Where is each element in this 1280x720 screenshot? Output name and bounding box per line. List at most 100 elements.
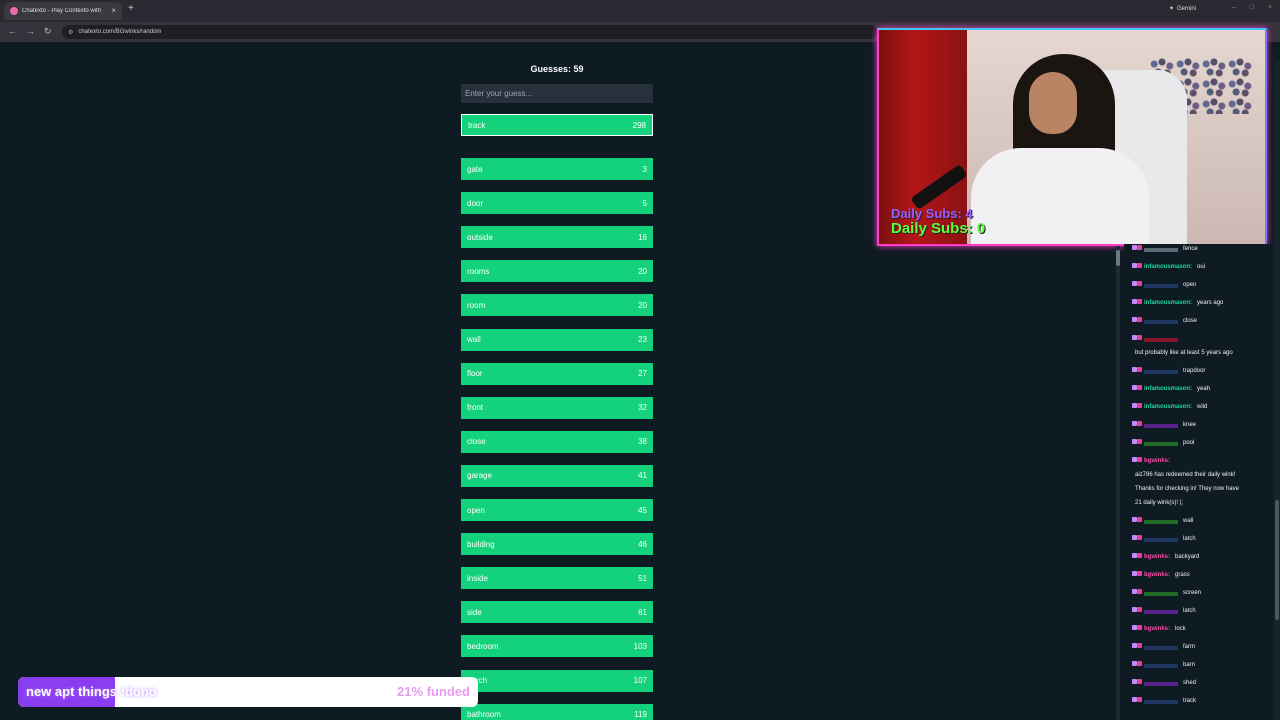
- chat-message: infamousmason: years ago: [1132, 299, 1272, 308]
- chat-text: barn: [1183, 662, 1196, 668]
- badge-icon: [1137, 263, 1142, 268]
- guess-row: open 45: [461, 499, 653, 521]
- badge-icon: [1137, 571, 1142, 576]
- site-info-icon[interactable]: ⚙: [68, 29, 73, 36]
- chat-username[interactable]: bgwinks:: [1144, 625, 1170, 634]
- chat-message: open: [1132, 281, 1272, 290]
- chat-message: barn: [1132, 661, 1272, 670]
- chat-text: yeah: [1197, 386, 1211, 392]
- chat-message: but probably like at least 5 years ago: [1132, 349, 1272, 358]
- badge-icon: [1137, 553, 1142, 558]
- chat-scrollbar[interactable]: [1116, 246, 1120, 720]
- chat-badges: [1132, 571, 1142, 580]
- chat-message: [1132, 335, 1272, 344]
- guess-rank: 16: [638, 232, 647, 242]
- page-scrollbar[interactable]: [1274, 60, 1280, 720]
- guess-word: rooms: [467, 266, 490, 276]
- chat-username-redacted: [1144, 441, 1178, 446]
- chat-username[interactable]: infamousmason:: [1144, 403, 1192, 412]
- minimize-button[interactable]: –: [1232, 4, 1236, 11]
- badge-icon: [1137, 589, 1142, 594]
- forward-arrow-icon[interactable]: →: [26, 26, 35, 36]
- guess-rank: 298: [632, 120, 646, 130]
- chat-badges: [1132, 245, 1142, 254]
- badge-icon: [1137, 457, 1142, 462]
- chat-badges: [1132, 625, 1142, 634]
- badge-icon: [1137, 403, 1142, 408]
- chat-badges: [1132, 589, 1142, 598]
- guess-word: building: [467, 539, 495, 549]
- chat-text: close: [1183, 318, 1198, 324]
- guess-word: bedroom: [467, 641, 499, 651]
- guess-word: inside: [467, 573, 488, 583]
- chat-message: infamousmason: oui: [1132, 263, 1272, 272]
- guess-rank: 27: [638, 369, 647, 379]
- tab-close-icon[interactable]: ×: [111, 7, 116, 15]
- close-window-button[interactable]: ×: [1268, 4, 1272, 11]
- chat-message: fence: [1132, 245, 1272, 254]
- guess-row: bedroom 103: [461, 635, 653, 658]
- url-field[interactable]: ⚙ chatexto.com/BGwinks/random: [62, 25, 877, 39]
- chat-username[interactable]: infamousmason:: [1144, 385, 1192, 394]
- guess-row: garage 41: [461, 464, 653, 487]
- guess-word: front: [467, 403, 484, 413]
- chat-text: aiz786 has redeemed their daily wink!: [1135, 472, 1236, 478]
- window-controls: – □ ×: [1232, 4, 1272, 11]
- chat-username-redacted: [1144, 337, 1178, 342]
- badge-icon: [1137, 299, 1142, 304]
- chat-text: 21 daily wink(s)! (;: [1135, 500, 1184, 506]
- chat-text: fence: [1183, 246, 1198, 252]
- guess-rank: 119: [634, 710, 647, 720]
- chat-username[interactable]: bgwinks:: [1144, 553, 1170, 562]
- guess-input[interactable]: [461, 84, 653, 103]
- chat-panel: fence infamousmason: oui open infamousmason:…: [1124, 244, 1274, 720]
- guesses-counter: Guesses: 59: [530, 64, 584, 74]
- chat-badges: [1132, 403, 1142, 412]
- chat-message: bgwinks:: [1132, 457, 1272, 466]
- guess-rank: 3: [642, 164, 647, 174]
- chat-text: trapdoor: [1183, 368, 1206, 374]
- chat-username[interactable]: bgwinks:: [1144, 571, 1170, 580]
- maximize-button[interactable]: □: [1250, 4, 1254, 11]
- chat-scroll-thumb[interactable]: [1116, 250, 1120, 266]
- chat-text: wall: [1183, 518, 1194, 524]
- chat-badges: [1132, 607, 1142, 616]
- guess-word: close: [467, 437, 486, 447]
- reload-icon[interactable]: ↻: [44, 26, 52, 37]
- guess-rank: 107: [633, 676, 647, 685]
- new-tab-button[interactable]: +: [128, 3, 134, 14]
- chat-message: farm: [1132, 643, 1272, 652]
- badge-icon: [1137, 335, 1142, 340]
- chat-username[interactable]: infamousmason:: [1144, 263, 1192, 272]
- page-scroll-thumb[interactable]: [1275, 500, 1279, 620]
- guess-word: outside: [467, 232, 493, 242]
- current-guess-row: track 298: [461, 114, 653, 136]
- gemini-label: Gemini: [1176, 5, 1196, 12]
- guess-rank: 51: [638, 573, 647, 583]
- guess-word: wall: [467, 335, 481, 344]
- guess-rank: 20: [638, 266, 647, 276]
- guess-row: building 46: [461, 533, 653, 556]
- chat-message: pool: [1132, 439, 1272, 448]
- guess-rank: 61: [638, 607, 647, 617]
- chat-badges: [1132, 335, 1142, 344]
- gemini-button[interactable]: ✦ Gemini: [1169, 5, 1196, 13]
- chat-badges: [1132, 661, 1142, 670]
- chat-username-redacted: [1144, 537, 1178, 542]
- guess-row: gate 3: [461, 158, 653, 180]
- badge-icon: [1137, 625, 1142, 630]
- browser-tab[interactable]: Chatexto - Play Contexto with ×: [4, 2, 122, 20]
- chat-badges: [1132, 299, 1142, 308]
- chat-username[interactable]: bgwinks:: [1144, 457, 1170, 466]
- badge-icon: [1137, 535, 1142, 540]
- chat-text: pool: [1183, 440, 1195, 446]
- chat-badges: [1132, 421, 1142, 430]
- chat-username-redacted: [1144, 283, 1178, 288]
- badge-icon: [1137, 281, 1142, 286]
- badge-icon: [1137, 679, 1142, 684]
- chat-text: grass: [1175, 572, 1190, 578]
- chat-text: but probably like at least 5 years ago: [1135, 350, 1233, 356]
- back-arrow-icon[interactable]: ←: [8, 26, 17, 36]
- chat-message: infamousmason: yeah: [1132, 385, 1272, 394]
- chat-username[interactable]: infamousmason:: [1144, 299, 1192, 308]
